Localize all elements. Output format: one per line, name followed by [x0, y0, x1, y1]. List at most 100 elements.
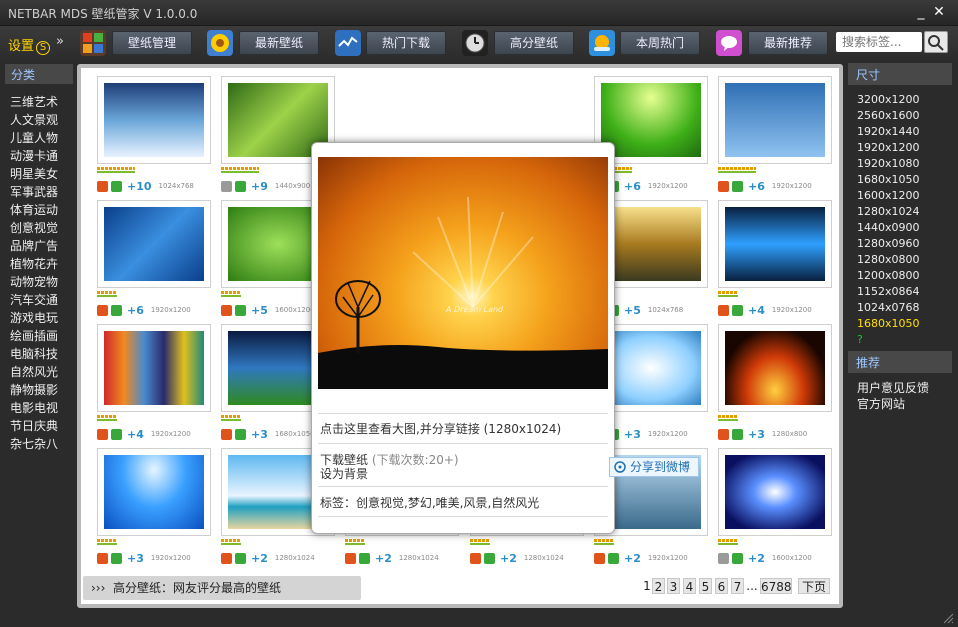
vote-up-icon[interactable] — [235, 552, 246, 564]
category-item[interactable]: 动漫卡通 — [10, 147, 58, 164]
sunflower-icon[interactable] — [207, 30, 233, 56]
size-item[interactable]: 1920x1440 — [857, 125, 920, 138]
vote-up-icon[interactable] — [235, 428, 246, 440]
wallpaper-grid-icon[interactable] — [80, 30, 106, 56]
download-icon[interactable] — [97, 428, 108, 440]
wallpaper-thumbnail[interactable] — [718, 448, 832, 536]
tab-high-score[interactable]: 高分壁纸 — [494, 31, 574, 55]
size-item-selected[interactable]: 1680x1050 — [857, 317, 920, 330]
size-item[interactable]: 1440x0900 — [857, 221, 920, 234]
help-icon[interactable]: ? — [857, 333, 863, 346]
download-icon[interactable] — [718, 180, 729, 192]
vote-up-icon[interactable] — [732, 180, 743, 192]
feedback-link[interactable]: 用户意见反馈 — [857, 379, 929, 396]
wallpaper-thumbnail[interactable] — [97, 324, 211, 412]
page-link[interactable]: 6 — [715, 578, 728, 594]
wallpaper-thumbnail[interactable] — [718, 324, 832, 412]
page-link[interactable]: 7 — [731, 578, 744, 594]
size-item[interactable]: 1680x1050 — [857, 173, 920, 186]
category-item[interactable]: 植物花卉 — [10, 255, 58, 272]
vote-up-icon[interactable] — [732, 428, 743, 440]
download-icon[interactable] — [718, 428, 729, 440]
set-background-link[interactable]: 设为背景 — [320, 465, 368, 482]
category-item[interactable]: 体育运动 — [10, 201, 58, 218]
download-icon[interactable] — [97, 304, 108, 316]
vote-up-icon[interactable] — [111, 180, 122, 192]
category-item[interactable]: 人文景观 — [10, 111, 58, 128]
download-icon[interactable] — [221, 180, 232, 192]
download-icon[interactable] — [718, 552, 729, 564]
category-item[interactable]: 绘画插画 — [10, 327, 58, 344]
tab-weekly-hot[interactable]: 本周热门 — [620, 31, 700, 55]
category-item[interactable]: 军事武器 — [10, 183, 58, 200]
category-item[interactable]: 创意视觉 — [10, 219, 58, 236]
vote-up-icon[interactable] — [732, 552, 743, 564]
category-item[interactable]: 三维艺术 — [10, 93, 58, 110]
tab-wallpaper-manage[interactable]: 壁纸管理 — [112, 31, 192, 55]
size-item[interactable]: 1280x1024 — [857, 205, 920, 218]
download-icon[interactable] — [594, 552, 605, 564]
settings-button[interactable]: 设置 S — [8, 35, 51, 55]
search-button[interactable] — [924, 31, 948, 53]
size-item[interactable]: 1200x0800 — [857, 269, 920, 282]
vote-up-icon[interactable] — [111, 552, 122, 564]
size-item[interactable]: 1024x0768 — [857, 301, 920, 314]
vote-up-icon[interactable] — [484, 552, 495, 564]
resize-grip-icon[interactable] — [942, 612, 954, 624]
wallpaper-thumbnail[interactable] — [718, 76, 832, 164]
size-item[interactable]: 2560x1600 — [857, 109, 920, 122]
category-item[interactable]: 自然风光 — [10, 363, 58, 380]
share-weibo-button[interactable]: 分享到微博 — [609, 457, 699, 477]
page-link[interactable]: 4 — [683, 578, 696, 594]
category-item[interactable]: 电脑科技 — [10, 345, 58, 362]
download-icon[interactable] — [97, 180, 108, 192]
category-item[interactable]: 节日庆典 — [10, 417, 58, 434]
category-item[interactable]: 儿童人物 — [10, 129, 58, 146]
clock-icon[interactable] — [462, 30, 488, 56]
close-button[interactable]: ✕ — [930, 3, 948, 21]
size-item[interactable]: 1280x0960 — [857, 237, 920, 250]
download-icon[interactable] — [221, 552, 232, 564]
size-item[interactable]: 1600x1200 — [857, 189, 920, 202]
page-link-last[interactable]: 6788 — [760, 578, 792, 594]
size-item[interactable]: 1920x1080 — [857, 157, 920, 170]
vote-up-icon[interactable] — [235, 304, 246, 316]
size-item[interactable]: 1152x0864 — [857, 285, 920, 298]
tab-latest-recommend[interactable]: 最新推荐 — [748, 31, 828, 55]
vote-up-icon[interactable] — [111, 428, 122, 440]
next-page-button[interactable]: 下页 — [798, 578, 830, 594]
size-item[interactable]: 1280x0800 — [857, 253, 920, 266]
wallpaper-thumbnail[interactable] — [97, 76, 211, 164]
download-icon[interactable] — [718, 304, 729, 316]
page-link[interactable]: 3 — [667, 578, 680, 594]
download-icon[interactable] — [97, 552, 108, 564]
vote-up-icon[interactable] — [111, 304, 122, 316]
size-item[interactable]: 1920x1200 — [857, 141, 920, 154]
category-item[interactable]: 明星美女 — [10, 165, 58, 182]
tab-latest-wallpaper[interactable]: 最新壁纸 — [239, 31, 319, 55]
vote-up-icon[interactable] — [732, 304, 743, 316]
view-full-image-link[interactable]: 点击这里查看大图,并分享链接 (1280x1024) — [320, 420, 561, 437]
page-link[interactable]: 5 — [699, 578, 712, 594]
category-item[interactable]: 杂七杂八 — [10, 435, 58, 452]
category-item[interactable]: 品牌广告 — [10, 237, 58, 254]
vote-up-icon[interactable] — [608, 552, 619, 564]
preview-image[interactable]: A Dream Land — [318, 157, 608, 389]
more-chevron-icon[interactable]: » — [56, 34, 64, 49]
vote-up-icon[interactable] — [235, 180, 246, 192]
search-input[interactable] — [836, 32, 922, 52]
tab-hot-download[interactable]: 热门下载 — [366, 31, 446, 55]
category-item[interactable]: 静物摄影 — [10, 381, 58, 398]
wallpaper-thumbnail[interactable] — [97, 448, 211, 536]
category-item[interactable]: 汽车交通 — [10, 291, 58, 308]
weather-sun-icon[interactable] — [589, 30, 615, 56]
download-icon[interactable] — [221, 304, 232, 316]
wallpaper-thumbnail[interactable] — [97, 200, 211, 288]
wallpaper-thumbnail[interactable] — [718, 200, 832, 288]
download-icon[interactable] — [470, 552, 481, 564]
vote-up-icon[interactable] — [359, 552, 370, 564]
download-icon[interactable] — [345, 552, 356, 564]
page-link[interactable]: 2 — [652, 578, 665, 594]
chart-line-icon[interactable] — [335, 30, 361, 56]
download-icon[interactable] — [221, 428, 232, 440]
